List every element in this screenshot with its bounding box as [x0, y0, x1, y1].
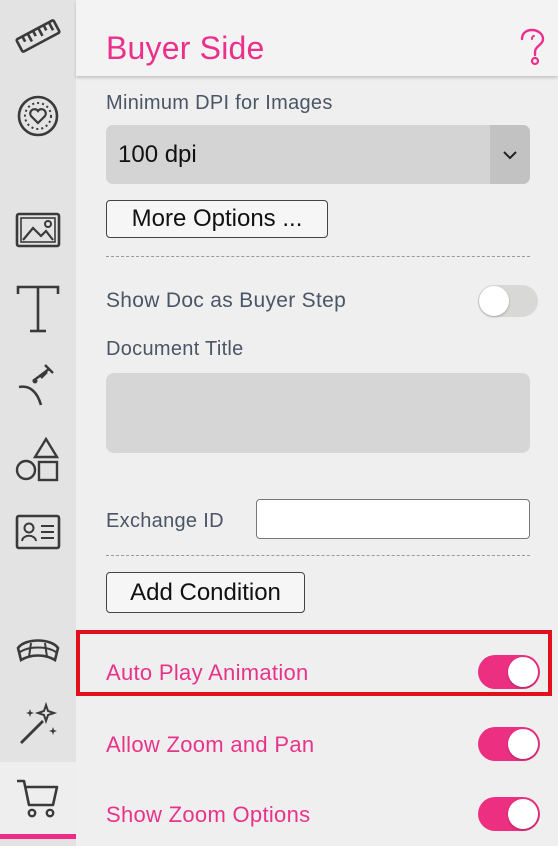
allow-zoom-label: Allow Zoom and Pan — [106, 732, 315, 757]
shapes-icon — [15, 436, 60, 482]
show-doc-toggle[interactable] — [478, 285, 538, 317]
exchange-id-label: Exchange ID — [106, 510, 224, 532]
question-mark-icon — [520, 28, 545, 66]
magic-wand-icon — [20, 701, 58, 744]
min-dpi-value: 100 dpi — [118, 141, 197, 168]
exchange-id-field[interactable] — [256, 499, 530, 539]
document-title-field[interactable] — [106, 373, 530, 453]
badge-heart-icon — [17, 95, 59, 137]
image-icon — [15, 212, 61, 248]
dome-icon — [16, 639, 60, 663]
text-icon — [16, 285, 60, 333]
id-card-tool[interactable] — [0, 504, 76, 560]
toggle-knob — [508, 729, 538, 759]
divider — [106, 256, 530, 257]
panel-header: Buyer Side — [76, 0, 558, 76]
more-options-button[interactable]: More Options ... — [106, 200, 328, 238]
divider — [106, 555, 530, 556]
help-button[interactable] — [516, 28, 548, 71]
chevron-down-icon — [503, 150, 517, 159]
cart-tool[interactable] — [0, 762, 76, 834]
magic-wand-tool[interactable] — [0, 694, 76, 754]
add-condition-button[interactable]: Add Condition — [106, 572, 305, 613]
panel-title: Buyer Side — [106, 30, 265, 66]
toggle-knob — [479, 286, 509, 316]
signature-icon — [18, 364, 54, 406]
tool-sidebar — [0, 0, 76, 846]
dome-tool[interactable] — [0, 622, 76, 678]
ruler-icon — [15, 19, 61, 53]
buyer-side-panel: Buyer Side Minimum DPI for Images 100 dp… — [76, 0, 558, 846]
allow-zoom-toggle[interactable] — [478, 727, 540, 761]
toggle-knob — [508, 799, 538, 829]
min-dpi-label: Minimum DPI for Images — [106, 92, 333, 114]
id-card-icon — [15, 514, 61, 550]
highlight-box — [76, 630, 552, 696]
show-zoom-toggle[interactable] — [478, 797, 540, 831]
min-dpi-select[interactable]: 100 dpi — [106, 125, 530, 184]
shapes-tool[interactable] — [0, 432, 76, 486]
show-zoom-label: Show Zoom Options — [106, 802, 311, 827]
show-doc-label: Show Doc as Buyer Step — [106, 289, 347, 312]
text-tool[interactable] — [0, 278, 76, 340]
cart-icon — [17, 779, 59, 818]
ruler-tool[interactable] — [0, 4, 76, 68]
active-tool-indicator — [0, 834, 76, 839]
select-arrow[interactable] — [490, 125, 530, 184]
document-title-label: Document Title — [106, 338, 244, 360]
signature-tool[interactable] — [0, 354, 76, 414]
badge-tool[interactable] — [0, 84, 76, 148]
image-tool[interactable] — [0, 200, 76, 260]
